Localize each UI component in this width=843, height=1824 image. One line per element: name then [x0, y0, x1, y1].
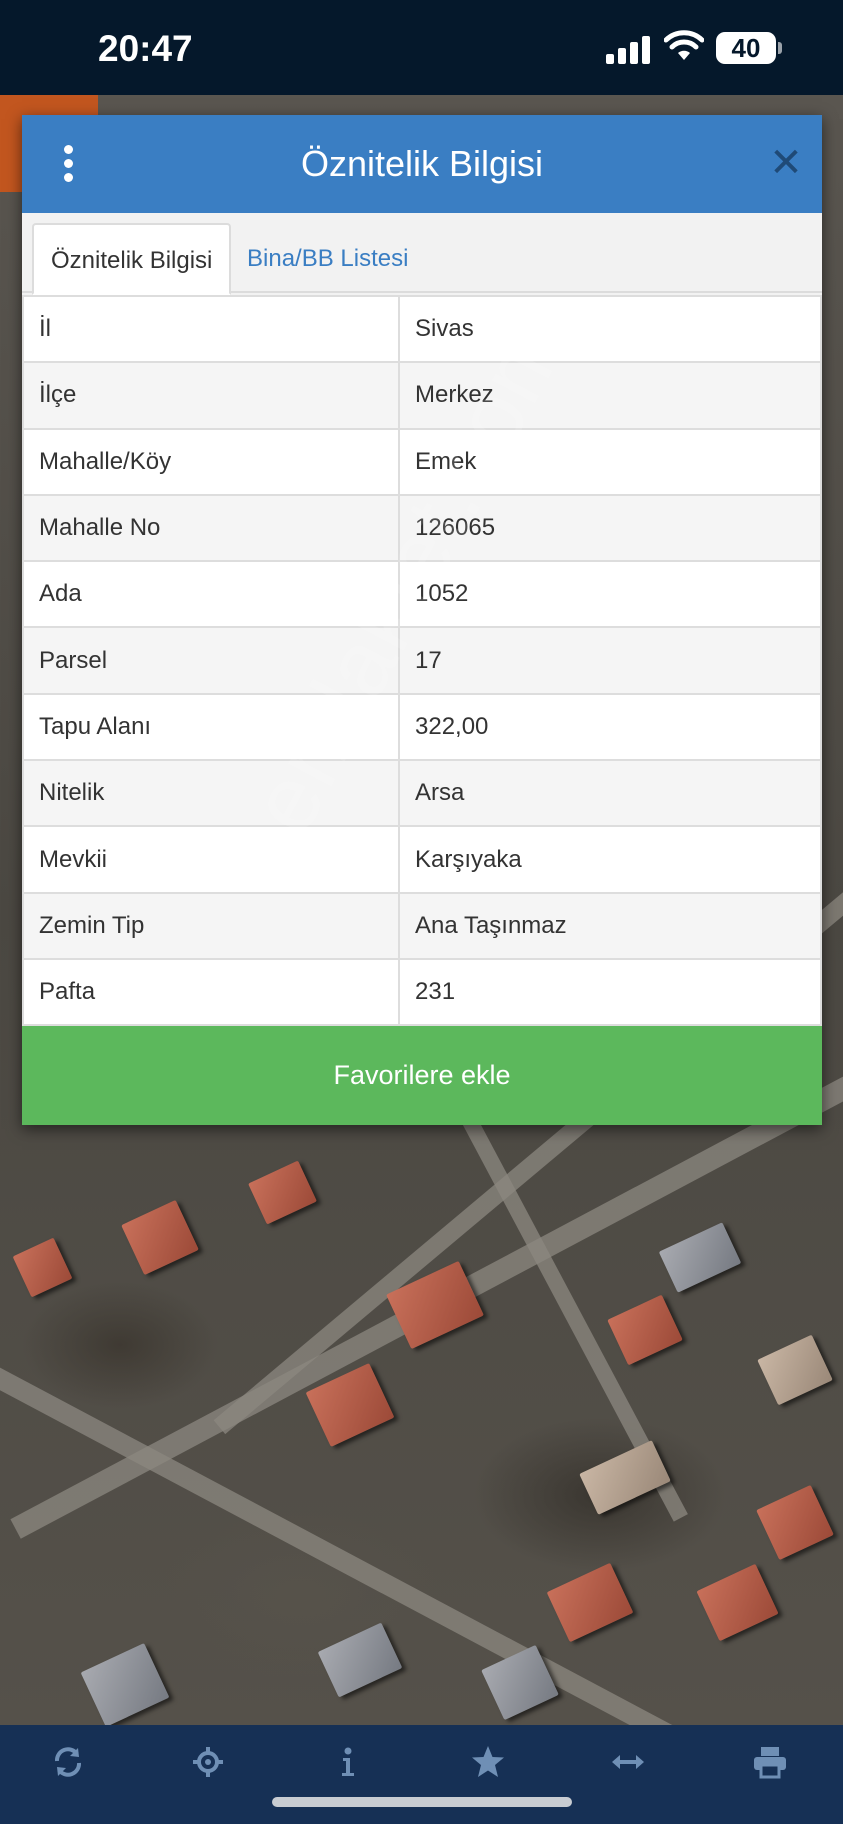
attribute-value: Merkez [398, 361, 822, 430]
table-row: Zemin Tip Ana Taşınmaz [22, 891, 822, 960]
attribute-value: Ana Taşınmaz [398, 891, 822, 960]
attribute-key: Zemin Tip [22, 891, 400, 960]
attribute-dialog: Öznitelik Bilgisi ✕ Öznitelik Bilgisi Bi… [22, 115, 822, 1125]
status-bar: 20:47 40 [0, 0, 843, 95]
table-row: Pafta 231 [22, 957, 822, 1027]
attribute-value: 17 [398, 626, 822, 695]
attribute-key: Ada [22, 560, 400, 629]
attribute-key: Mahalle No [22, 493, 400, 563]
dialog-tabs: Öznitelik Bilgisi Bina/BB Listesi [22, 213, 822, 295]
table-row: Parsel 17 [22, 626, 822, 695]
cellular-signal-icon [606, 34, 652, 64]
attribute-key: Pafta [22, 957, 400, 1027]
status-time: 20:47 [98, 28, 193, 69]
more-vertical-icon[interactable] [62, 145, 74, 185]
measure-icon[interactable] [606, 1745, 650, 1789]
table-row: Tapu Alanı 322,00 [22, 692, 822, 762]
table-row: Nitelik Arsa [22, 759, 822, 828]
attribute-key: İl [22, 294, 400, 364]
info-icon[interactable] [326, 1745, 370, 1789]
attribute-value: Karşıyaka [398, 825, 822, 894]
table-row: İl Sivas [22, 294, 822, 364]
table-row: Mevkii Karşıyaka [22, 825, 822, 894]
attribute-value: 1052 [398, 560, 822, 629]
battery-tip [778, 42, 782, 54]
attribute-table: İl Sivas İlçe Merkez Mahalle/Köy Emek Ma… [22, 294, 822, 1027]
table-row: Mahalle No 126065 [22, 493, 822, 563]
print-icon[interactable] [748, 1745, 792, 1789]
dialog-header: Öznitelik Bilgisi ✕ [22, 115, 822, 213]
attribute-key: Nitelik [22, 759, 400, 828]
attribute-value: 126065 [398, 493, 822, 563]
add-to-favorites-button[interactable]: Favorilere ekle [22, 1026, 822, 1125]
attribute-key: Mahalle/Köy [22, 427, 400, 496]
tab-building-list[interactable]: Bina/BB Listesi [230, 223, 425, 295]
attribute-key: Parsel [22, 626, 400, 695]
bottom-toolbar [0, 1725, 843, 1824]
table-row: İlçe Merkez [22, 361, 822, 430]
attribute-value: Arsa [398, 759, 822, 828]
attribute-value: Sivas [398, 294, 822, 364]
dialog-title: Öznitelik Bilgisi [300, 143, 544, 184]
attribute-key: Mevkii [22, 825, 400, 894]
attribute-value: Emek [398, 427, 822, 496]
star-icon[interactable] [466, 1745, 510, 1789]
table-row: Ada 1052 [22, 560, 822, 629]
attribute-key: İlçe [22, 361, 400, 430]
locate-icon[interactable] [186, 1745, 230, 1789]
tab-attribute-info[interactable]: Öznitelik Bilgisi [32, 223, 232, 295]
home-indicator[interactable] [272, 1797, 572, 1807]
close-icon[interactable]: ✕ [766, 143, 806, 183]
attribute-key: Tapu Alanı [22, 692, 400, 762]
battery-indicator: 40 [716, 32, 776, 64]
attribute-value: 322,00 [398, 692, 822, 762]
table-row: Mahalle/Köy Emek [22, 427, 822, 496]
refresh-icon[interactable] [46, 1745, 90, 1789]
wifi-icon [664, 30, 704, 60]
attribute-value: 231 [398, 957, 822, 1027]
